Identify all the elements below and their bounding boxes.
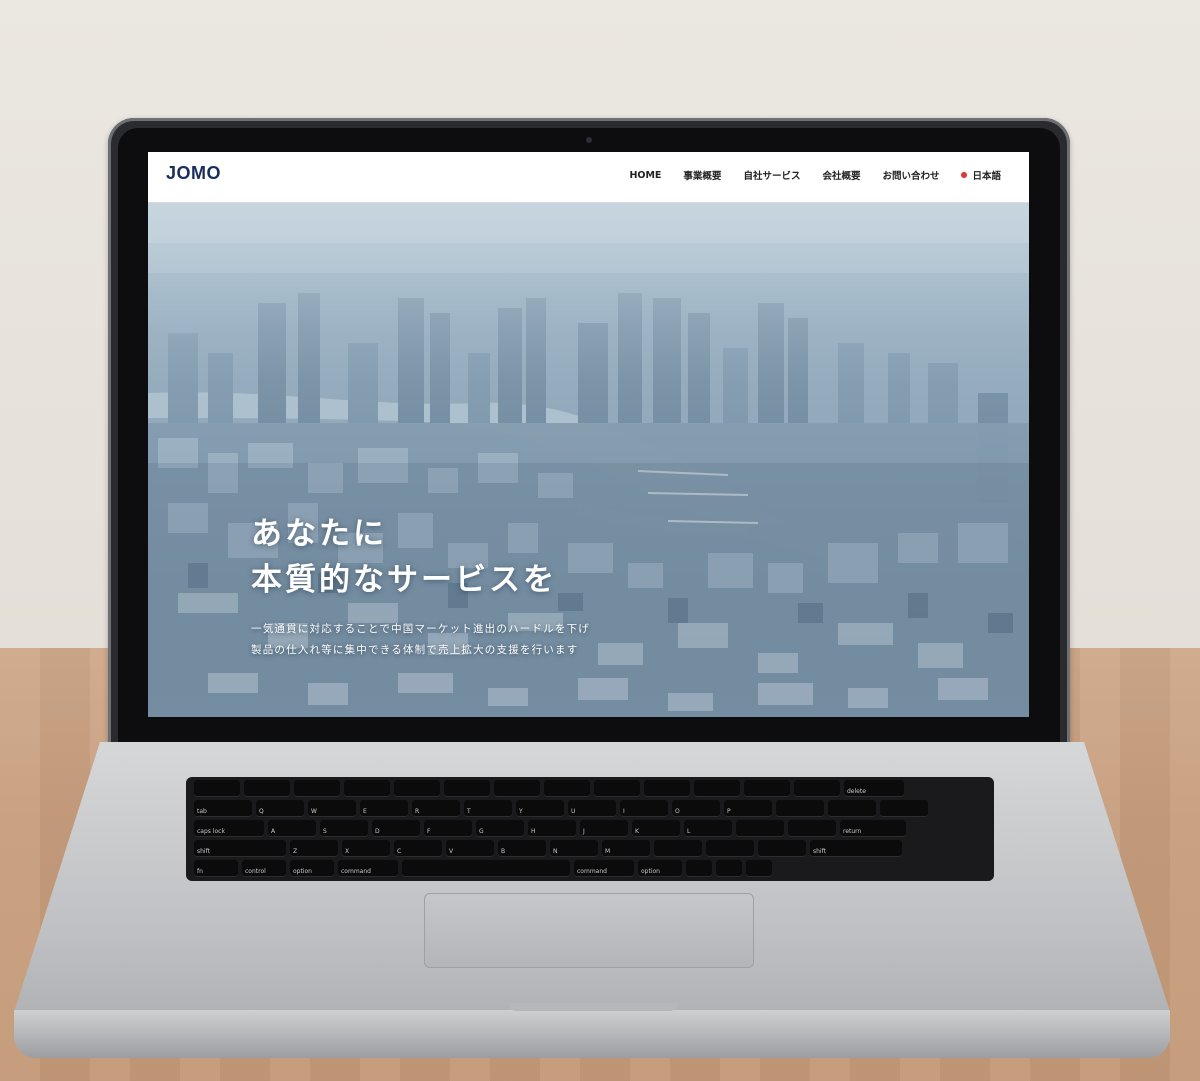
hero-title-line-1: あなたに	[251, 516, 387, 552]
key[interactable]	[744, 780, 790, 797]
key[interactable]: U	[568, 800, 616, 817]
key[interactable]	[716, 860, 742, 877]
key[interactable]	[788, 820, 836, 837]
key[interactable]	[880, 800, 928, 817]
key[interactable]: tab	[194, 800, 252, 817]
key[interactable]: T	[464, 800, 512, 817]
hero-title-line-2: 本質的なサービスを	[251, 562, 557, 598]
keyboard-row1: delete	[194, 780, 904, 797]
key[interactable]	[694, 780, 740, 797]
laptop-screen: JOMO HOME 事業概要 自社サービス 会社概要 お問い合わせ 日本語 あな…	[148, 152, 1029, 717]
key[interactable]: X	[342, 840, 390, 857]
key[interactable]: caps lock	[194, 820, 264, 837]
key[interactable]: E	[360, 800, 408, 817]
main-nav: HOME 事業概要 自社サービス 会社概要 お問い合わせ 日本語	[629, 168, 1001, 183]
key[interactable]	[794, 780, 840, 797]
key[interactable]: V	[446, 840, 494, 857]
key[interactable]: C	[394, 840, 442, 857]
key[interactable]: I	[620, 800, 668, 817]
hero-subtitle: 一気通貫に対応することで中国マーケット進出のハードルを下げ 製品の仕入れ等に集中…	[251, 619, 590, 661]
site-header: JOMO HOME 事業概要 自社サービス 会社概要 お問い合わせ 日本語	[148, 152, 1029, 203]
nav-item-home[interactable]: HOME	[629, 170, 661, 181]
key[interactable]: M	[602, 840, 650, 857]
nav-item-services[interactable]: 自社サービス	[743, 168, 800, 182]
language-switcher[interactable]: 日本語	[961, 168, 1001, 182]
trackpad[interactable]	[424, 893, 754, 968]
key[interactable]: P	[724, 800, 772, 817]
key[interactable]: R	[412, 800, 460, 817]
key[interactable]: Z	[290, 840, 338, 857]
key[interactable]	[736, 820, 784, 837]
key[interactable]: D	[372, 820, 420, 837]
key[interactable]	[494, 780, 540, 797]
key[interactable]	[686, 860, 712, 877]
key[interactable]: B	[498, 840, 546, 857]
key[interactable]: K	[632, 820, 680, 837]
key[interactable]: Y	[516, 800, 564, 817]
key[interactable]	[758, 840, 806, 857]
key[interactable]	[344, 780, 390, 797]
site-logo[interactable]: JOMO	[166, 163, 221, 184]
key[interactable]	[644, 780, 690, 797]
key[interactable]	[444, 780, 490, 797]
key[interactable]: return	[840, 820, 906, 837]
nav-item-company[interactable]: 会社概要	[822, 168, 860, 182]
keyboard-row2: tab Q W E R T Y U I O P	[194, 800, 928, 817]
key[interactable]: W	[308, 800, 356, 817]
key[interactable]: delete	[844, 780, 904, 797]
keyboard-row5: fn control option command command option	[194, 860, 772, 877]
hero-subtitle-line-1: 一気通貫に対応することで中国マーケット進出のハードルを下げ	[251, 623, 590, 635]
key[interactable]: G	[476, 820, 524, 837]
key[interactable]	[828, 800, 876, 817]
hero-section: あなたに 本質的なサービスを 一気通貫に対応することで中国マーケット進出のハード…	[148, 203, 1029, 717]
key[interactable]	[594, 780, 640, 797]
key[interactable]: A	[268, 820, 316, 837]
key[interactable]: option	[638, 860, 682, 877]
key[interactable]	[544, 780, 590, 797]
nav-item-contact[interactable]: お問い合わせ	[882, 168, 939, 182]
key[interactable]: S	[320, 820, 368, 837]
key[interactable]: O	[672, 800, 720, 817]
key[interactable]: command	[338, 860, 398, 877]
keyboard-row4: shift Z X C V B N Mshift	[194, 840, 902, 857]
key[interactable]	[776, 800, 824, 817]
key[interactable]	[244, 780, 290, 797]
key[interactable]	[394, 780, 440, 797]
camera-icon	[586, 137, 592, 143]
key[interactable]: control	[242, 860, 286, 877]
key[interactable]	[654, 840, 702, 857]
key[interactable]: command	[574, 860, 634, 877]
key[interactable]: L	[684, 820, 732, 837]
keyboard-row3: caps lock A S D F G H J K Lreturn	[194, 820, 906, 837]
key[interactable]	[194, 780, 240, 797]
keyboard: delete tab Q W E R T Y U I O Pcaps lock A S D F G H J K Lret…	[186, 777, 994, 881]
hero-subtitle-line-2: 製品の仕入れ等に集中できる体制で売上拡大の支援を行います	[251, 644, 579, 656]
language-label: 日本語	[972, 171, 1001, 182]
hero-title: あなたに 本質的なサービスを	[251, 511, 557, 603]
key[interactable]: F	[424, 820, 472, 837]
key[interactable]: N	[550, 840, 598, 857]
lid-opening-notch	[508, 1003, 678, 1011]
key[interactable]	[402, 860, 570, 877]
nav-item-business[interactable]: 事業概要	[683, 168, 721, 182]
key[interactable]: option	[290, 860, 334, 877]
key[interactable]: J	[580, 820, 628, 837]
key[interactable]: shift	[194, 840, 286, 857]
key[interactable]: H	[528, 820, 576, 837]
key[interactable]	[294, 780, 340, 797]
key[interactable]	[746, 860, 772, 877]
laptop-base-edge	[14, 1010, 1170, 1058]
key[interactable]: fn	[194, 860, 238, 877]
key[interactable]: Q	[256, 800, 304, 817]
key[interactable]	[706, 840, 754, 857]
japan-flag-icon	[961, 172, 968, 178]
key[interactable]: shift	[810, 840, 902, 857]
